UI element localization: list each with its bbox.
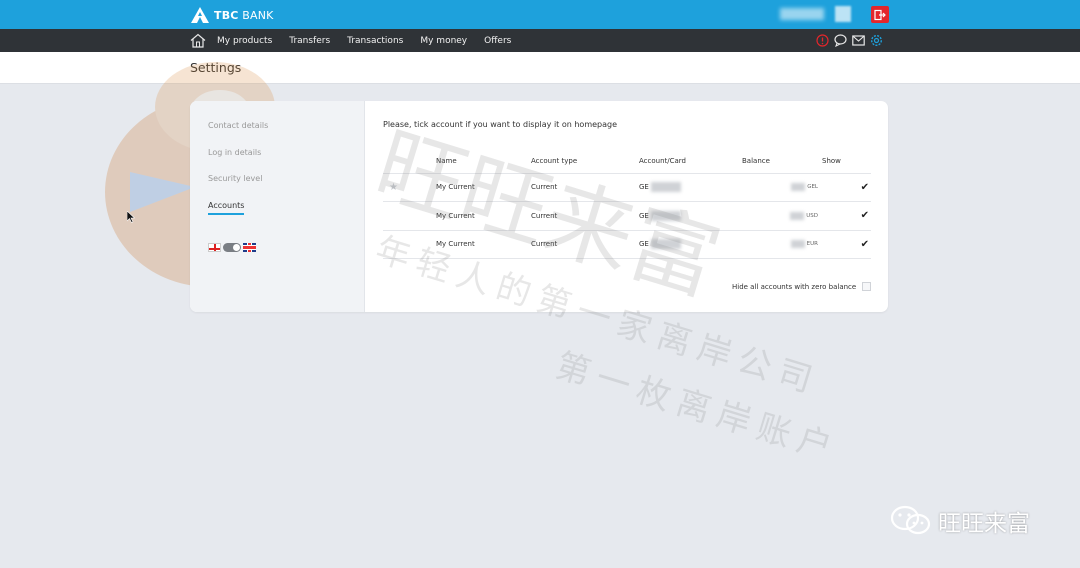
mouse-cursor-icon	[127, 211, 135, 223]
column-header-balance: Balance	[742, 149, 822, 174]
column-header-account-card: Account/Card	[639, 149, 742, 174]
balance-currency: EUR	[806, 241, 818, 248]
language-toggle[interactable]	[223, 243, 241, 252]
active-tab-indicator	[208, 213, 244, 215]
column-header-show: Show	[822, 149, 871, 174]
sidebar-item-contact-details[interactable]: Contact details	[208, 121, 268, 130]
watermark-corner-text: 旺旺来富	[938, 511, 1030, 537]
show-checkbox[interactable]: ✔	[861, 210, 869, 221]
settings-sidebar: Contact details Log in details Security …	[190, 101, 365, 312]
show-checkbox[interactable]: ✔	[861, 239, 869, 250]
gear-icon[interactable]	[869, 33, 883, 47]
chat-icon[interactable]	[833, 33, 847, 47]
avatar[interactable]	[835, 6, 851, 22]
nav-my-products[interactable]: My products	[217, 36, 272, 46]
sidebar-item-security-level[interactable]: Security level	[208, 174, 262, 183]
wechat-icon	[890, 505, 931, 535]
nav-my-money[interactable]: My money	[420, 36, 467, 46]
sidebar-item-log-in-details[interactable]: Log in details	[208, 148, 261, 157]
georgia-flag-icon[interactable]	[208, 243, 221, 252]
tbc-bank-logo[interactable]: TBC BANK	[190, 5, 274, 25]
balance-redacted	[790, 240, 805, 249]
hide-zero-balance-option[interactable]: Hide all accounts with zero balance	[732, 282, 872, 291]
mail-icon[interactable]	[851, 33, 865, 47]
balance-currency: USD	[806, 212, 818, 219]
watermark-corner: 旺旺来富	[890, 504, 1030, 538]
logout-button[interactable]	[871, 6, 889, 23]
hide-zero-balance-checkbox[interactable]	[862, 282, 872, 291]
logout-icon	[874, 9, 886, 20]
nav-transfers[interactable]: Transfers	[289, 36, 330, 46]
nav-offers[interactable]: Offers	[484, 36, 511, 46]
show-checkbox[interactable]: ✔	[861, 182, 869, 193]
top-bar: TBC BANK	[0, 0, 1080, 29]
main-nav: My products Transfers Transactions My mo…	[0, 29, 1080, 52]
logo-text: BANK	[242, 8, 274, 22]
sidebar-item-accounts[interactable]: Accounts	[208, 201, 244, 210]
balance-currency: GEL	[807, 184, 818, 191]
balance-redacted	[790, 211, 805, 220]
logo-mark-icon	[191, 7, 209, 23]
balance-redacted	[791, 183, 806, 192]
home-icon[interactable]	[190, 33, 206, 48]
language-switcher[interactable]	[208, 243, 256, 252]
logo-bold-text: TBC	[214, 8, 239, 22]
hide-zero-balance-label: Hide all accounts with zero balance	[732, 282, 857, 291]
alert-icon[interactable]	[815, 33, 829, 47]
user-name-redacted[interactable]	[780, 8, 824, 20]
uk-flag-icon[interactable]	[243, 243, 256, 252]
nav-transactions[interactable]: Transactions	[347, 36, 403, 46]
